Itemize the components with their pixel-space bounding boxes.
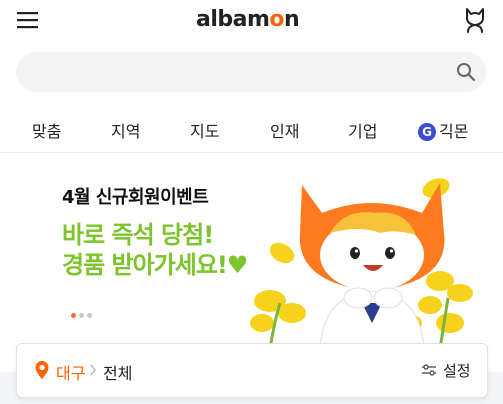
search-icon[interactable] bbox=[456, 62, 476, 82]
tab-custom[interactable]: 맞춤 bbox=[32, 118, 61, 142]
tab-company[interactable]: 기업 bbox=[348, 118, 377, 142]
tab-talent[interactable]: 인재 bbox=[270, 118, 299, 142]
banner-subtitle: 4월 신규회원이벤트 bbox=[62, 187, 209, 208]
carousel-dot[interactable] bbox=[71, 313, 76, 318]
location-settings-button[interactable]: 설정 bbox=[443, 360, 471, 381]
banner-headline-line2: 경품 받아가세요!♥ bbox=[62, 251, 248, 279]
tab-map[interactable]: 지도 bbox=[190, 118, 219, 142]
location-city[interactable]: 대구 bbox=[56, 360, 85, 384]
event-banner[interactable]: 4월 신규회원이벤트 바로 즉석 당첨! 경품 받아가세요!♥ bbox=[0, 153, 503, 349]
search-bar bbox=[16, 52, 486, 94]
hamburger-menu-icon[interactable] bbox=[16, 9, 40, 31]
logo-text-end: n bbox=[284, 7, 300, 32]
search-input[interactable] bbox=[34, 52, 448, 94]
app-header: albamon bbox=[0, 0, 503, 42]
carousel-dot[interactable] bbox=[87, 313, 92, 318]
location-selector: 대구 전체 설정 bbox=[16, 343, 488, 398]
chevron-right-icon bbox=[90, 364, 96, 376]
filter-settings-icon[interactable] bbox=[421, 363, 437, 377]
tab-gigmon[interactable]: G 긱몬 bbox=[418, 118, 468, 142]
tab-region[interactable]: 지역 bbox=[111, 118, 140, 142]
carousel-dot[interactable] bbox=[79, 313, 84, 318]
profile-icon[interactable] bbox=[462, 6, 488, 34]
albamon-logo[interactable]: albamon bbox=[196, 3, 300, 37]
location-area[interactable]: 전체 bbox=[103, 360, 132, 384]
logo-text-main: albam bbox=[196, 7, 270, 32]
main-nav: 맞춤 지역 지도 인재 기업 G 긱몬 bbox=[0, 112, 503, 146]
mascot-illustration bbox=[250, 178, 473, 349]
tab-gigmon-label: 긱몬 bbox=[439, 122, 469, 141]
carousel-indicator bbox=[71, 303, 95, 322]
location-pin-icon bbox=[35, 361, 49, 379]
logo-text-accent: o bbox=[269, 7, 285, 32]
gigmon-g-icon: G bbox=[418, 123, 436, 141]
